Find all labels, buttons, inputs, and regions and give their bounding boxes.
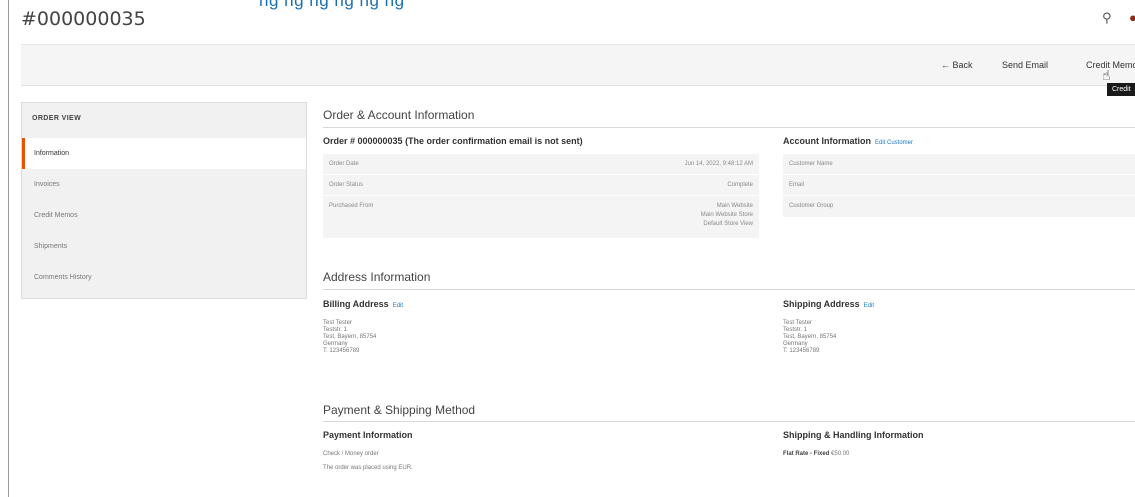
order-date-label: Order Date: [329, 161, 359, 167]
purchased-from-store: Main Website Store: [700, 212, 753, 218]
payment-method: Check / Money order: [323, 451, 379, 457]
shipping-address-heading: Shipping Address Edit: [783, 299, 875, 309]
order-status-label: Order Status: [329, 182, 364, 188]
purchased-from-label: Purchased From: [329, 203, 374, 209]
address-title: Address Information: [323, 270, 431, 284]
sidebar-item-credit-memos[interactable]: Credit Memos: [22, 200, 306, 231]
section-divider: [323, 127, 1135, 128]
section-divider: [323, 421, 1135, 422]
billing-heading: Billing Address Edit: [323, 299, 404, 309]
order-date-value: Jun 14, 2022, 9:48:12 AM: [684, 161, 753, 167]
sidebar-title: ORDER VIEW: [32, 115, 82, 122]
section-divider: [323, 289, 1135, 290]
order-status-value: Complete: [727, 182, 753, 188]
shipping-handling-heading: Shipping & Handling Information: [783, 430, 924, 440]
order-info-table: Order Date Jun 14, 2022, 9:48:12 AM Orde…: [323, 154, 759, 238]
purchased-from-website: Main Website: [716, 203, 753, 209]
tooltip: Credit: [1107, 83, 1135, 96]
sidebar-item-invoices[interactable]: Invoices: [22, 169, 306, 200]
payment-heading: Payment Information: [323, 430, 413, 440]
sidebar-item-information[interactable]: Information: [22, 138, 306, 169]
bell-icon[interactable]: ●: [1129, 10, 1135, 25]
order-view-sidebar: ORDER VIEW Information Invoices Credit M…: [21, 102, 307, 299]
cut-off-text: ng ng ng ng ng ng: [259, 0, 405, 10]
edit-billing-link[interactable]: Edit: [393, 303, 403, 309]
order-heading: Order # 000000035 (The order confirmatio…: [323, 136, 583, 146]
customer-group-label: Customer Group: [789, 203, 834, 209]
account-heading: Account Information Edit Customer: [783, 136, 914, 146]
sidebar-item-shipments[interactable]: Shipments: [22, 231, 306, 262]
shipping-address: Test Tester Teststr. 1 Test, Bayern, 857…: [783, 320, 837, 354]
send-email-button[interactable]: Send Email: [1002, 60, 1048, 70]
order-account-title: Order & Account Information: [323, 108, 475, 122]
page-title: #000000035: [21, 8, 146, 30]
edit-customer-link[interactable]: Edit Customer: [875, 140, 913, 146]
hand-cursor-icon: ☝: [1102, 67, 1111, 83]
back-button[interactable]: ← Back: [941, 60, 973, 70]
sidebar-item-comments-history[interactable]: Comments History: [22, 262, 306, 293]
shipping-method: Flat Rate - Fixed €50.00: [783, 451, 850, 457]
email-label: Email: [789, 182, 805, 188]
billing-address: Test Tester Teststr. 1 Test, Bayern, 857…: [323, 320, 377, 354]
page-actions-bar: ← Back Send Email Credit Memo: [21, 44, 1135, 86]
payment-shipping-title: Payment & Shipping Method: [323, 403, 476, 417]
customer-name-label: Customer Name: [789, 161, 833, 167]
search-icon[interactable]: ⚲: [1102, 10, 1112, 26]
edit-shipping-link[interactable]: Edit: [864, 303, 874, 309]
currency-note: The order was placed using EUR.: [323, 465, 413, 471]
admin-frame: ng ng ng ng ng ng #000000035 ⚲ ● ← Back …: [8, 0, 1135, 497]
purchased-from-view: Default Store View: [703, 221, 753, 227]
account-info-table: Customer Name Email Customer Group: [783, 154, 1135, 217]
